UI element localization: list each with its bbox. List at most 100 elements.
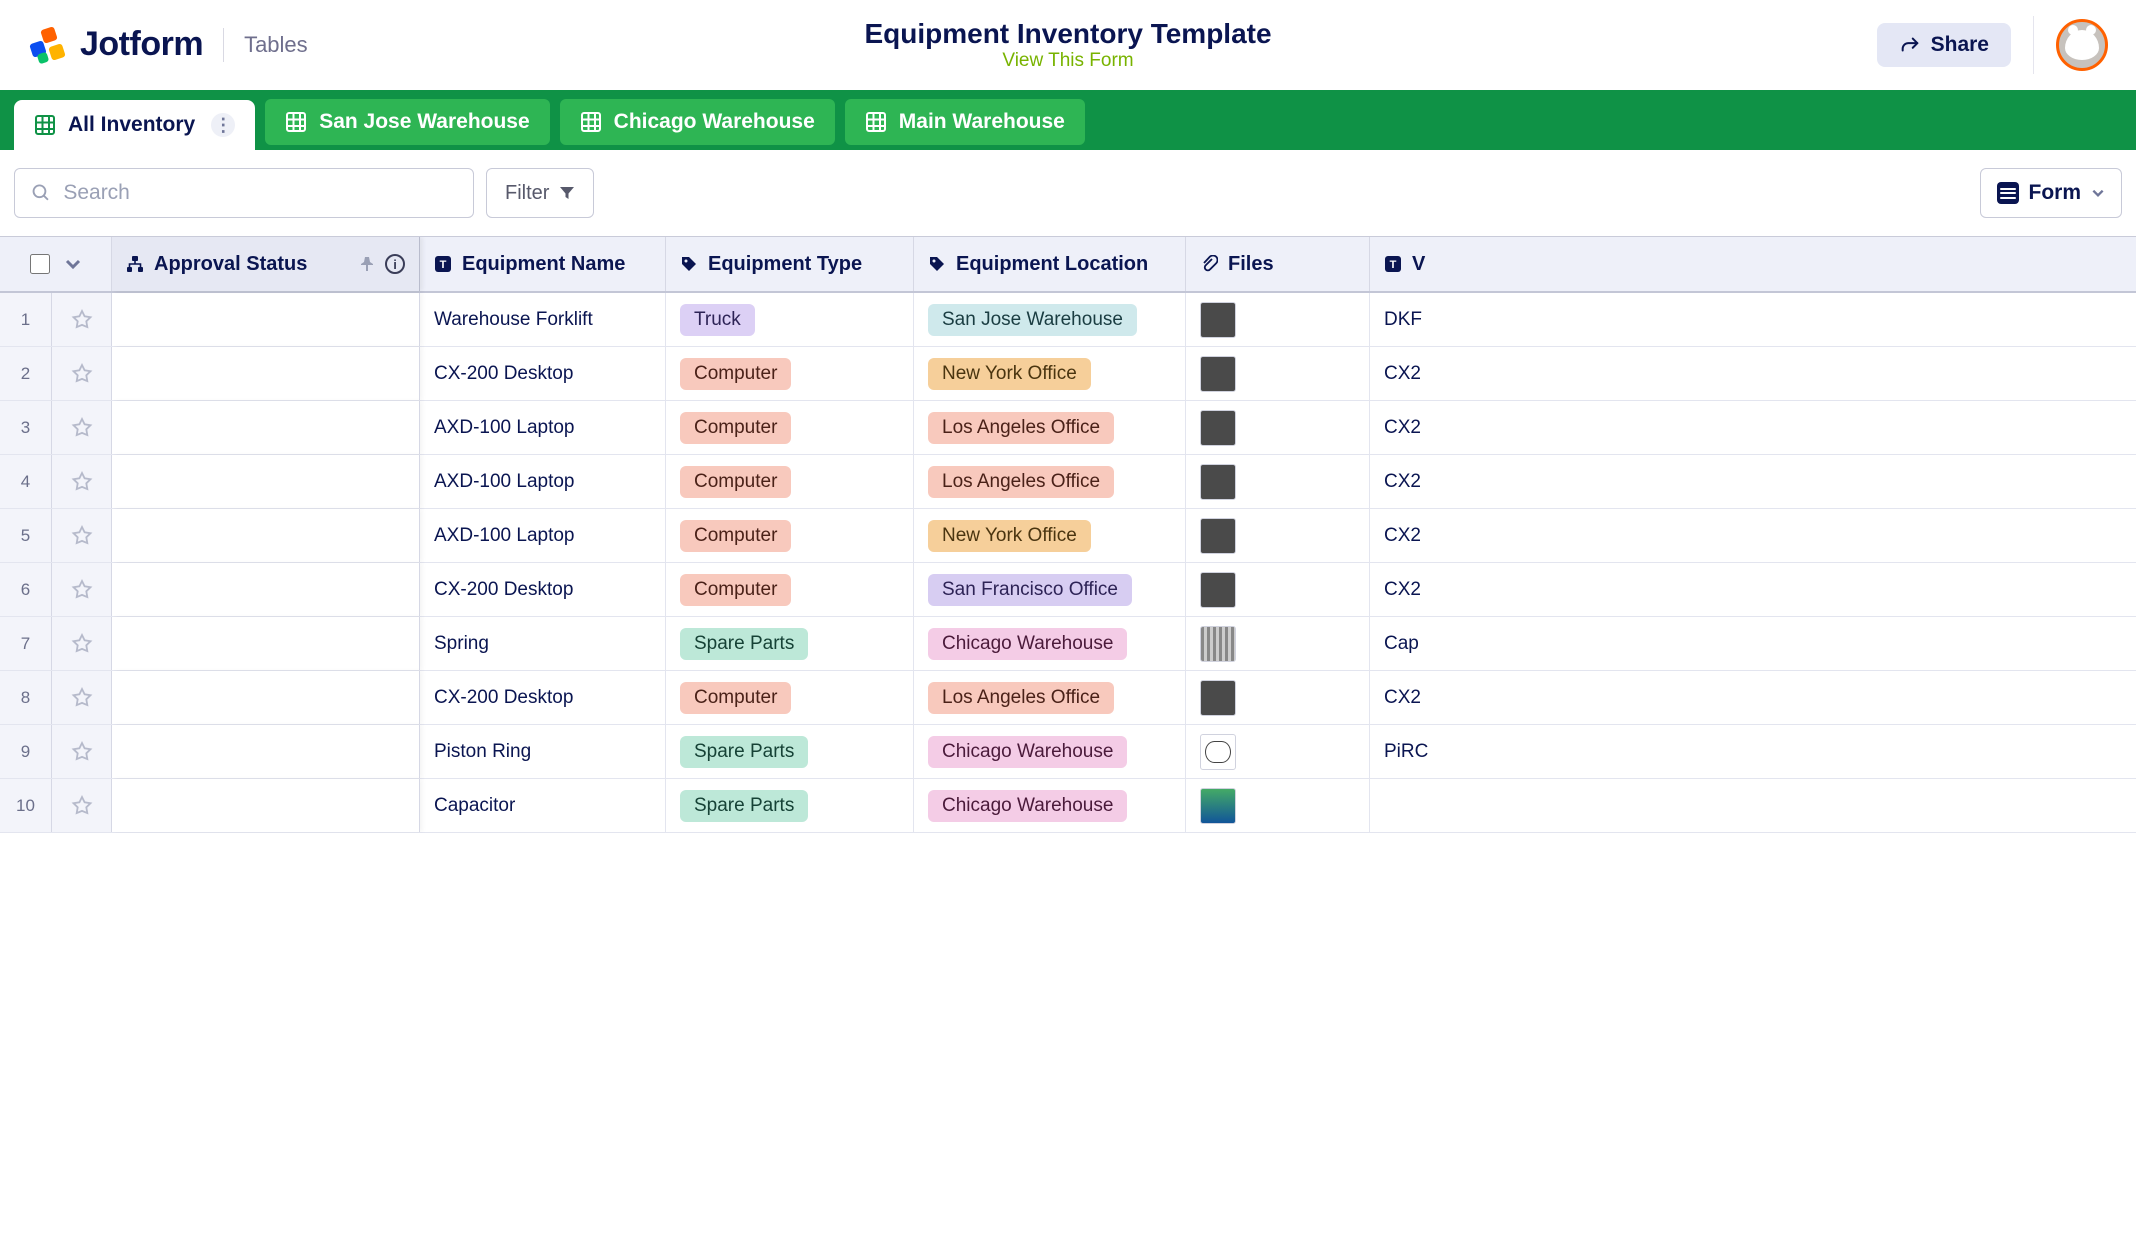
cell-location[interactable]: Chicago Warehouse bbox=[914, 725, 1186, 778]
cell-location[interactable]: Los Angeles Office bbox=[914, 455, 1186, 508]
select-all-checkbox[interactable] bbox=[30, 254, 50, 274]
table-row[interactable]: 5AXD-100 LaptopComputerNew York OfficeCX… bbox=[0, 509, 2136, 563]
cell-type[interactable]: Computer bbox=[666, 509, 914, 562]
search-input[interactable] bbox=[63, 181, 457, 205]
cell-approval[interactable] bbox=[112, 509, 420, 562]
cell-approval[interactable] bbox=[112, 671, 420, 724]
cell-location[interactable]: Chicago Warehouse bbox=[914, 617, 1186, 670]
col-type[interactable]: Equipment Type bbox=[666, 237, 914, 291]
cell-name[interactable]: Capacitor bbox=[420, 779, 666, 832]
tab-all-inventory[interactable]: All Inventory⋮ bbox=[14, 100, 255, 150]
share-button[interactable]: Share bbox=[1877, 23, 2011, 67]
tab-main-warehouse[interactable]: Main Warehouse bbox=[845, 99, 1085, 145]
form-view-button[interactable]: Form bbox=[1980, 168, 2123, 218]
cell-vendor[interactable]: CX2 bbox=[1370, 455, 2136, 508]
table-row[interactable]: 8CX-200 DesktopComputerLos Angeles Offic… bbox=[0, 671, 2136, 725]
cell-vendor[interactable]: CX2 bbox=[1370, 563, 2136, 616]
cell-files[interactable] bbox=[1186, 347, 1370, 400]
cell-type[interactable]: Computer bbox=[666, 563, 914, 616]
cell-location[interactable]: Los Angeles Office bbox=[914, 401, 1186, 454]
row-star[interactable] bbox=[52, 401, 112, 454]
cell-vendor[interactable]: Cap bbox=[1370, 617, 2136, 670]
cell-name[interactable]: CX-200 Desktop bbox=[420, 563, 666, 616]
table-row[interactable]: 10CapacitorSpare PartsChicago Warehouse bbox=[0, 779, 2136, 833]
cell-files[interactable] bbox=[1186, 509, 1370, 562]
cell-location[interactable]: New York Office bbox=[914, 347, 1186, 400]
table-row[interactable]: 3AXD-100 LaptopComputerLos Angeles Offic… bbox=[0, 401, 2136, 455]
col-location[interactable]: Equipment Location bbox=[914, 237, 1186, 291]
table-row[interactable]: 2CX-200 DesktopComputerNew York OfficeCX… bbox=[0, 347, 2136, 401]
row-star[interactable] bbox=[52, 617, 112, 670]
cell-approval[interactable] bbox=[112, 725, 420, 778]
cell-approval[interactable] bbox=[112, 563, 420, 616]
cell-location[interactable]: San Francisco Office bbox=[914, 563, 1186, 616]
tab-san-jose-warehouse[interactable]: San Jose Warehouse bbox=[265, 99, 549, 145]
view-form-link[interactable]: View This Form bbox=[864, 50, 1271, 72]
cell-files[interactable] bbox=[1186, 293, 1370, 346]
cell-type[interactable]: Computer bbox=[666, 455, 914, 508]
cell-type[interactable]: Spare Parts bbox=[666, 725, 914, 778]
cell-files[interactable] bbox=[1186, 671, 1370, 724]
cell-approval[interactable] bbox=[112, 455, 420, 508]
row-star[interactable] bbox=[52, 725, 112, 778]
search-input-wrap[interactable] bbox=[14, 168, 474, 218]
cell-files[interactable] bbox=[1186, 455, 1370, 508]
row-star[interactable] bbox=[52, 509, 112, 562]
cell-type[interactable]: Spare Parts bbox=[666, 617, 914, 670]
cell-type[interactable]: Computer bbox=[666, 401, 914, 454]
cell-location[interactable]: Los Angeles Office bbox=[914, 671, 1186, 724]
cell-name[interactable]: AXD-100 Laptop bbox=[420, 509, 666, 562]
cell-name[interactable]: AXD-100 Laptop bbox=[420, 455, 666, 508]
avatar[interactable] bbox=[2056, 19, 2108, 71]
table-row[interactable]: 4AXD-100 LaptopComputerLos Angeles Offic… bbox=[0, 455, 2136, 509]
cell-name[interactable]: CX-200 Desktop bbox=[420, 347, 666, 400]
row-star[interactable] bbox=[52, 455, 112, 508]
cell-vendor[interactable]: CX2 bbox=[1370, 509, 2136, 562]
table-row[interactable]: 9Piston RingSpare PartsChicago Warehouse… bbox=[0, 725, 2136, 779]
filter-button[interactable]: Filter bbox=[486, 168, 594, 218]
section-label[interactable]: Tables bbox=[244, 32, 308, 58]
chevron-down-icon[interactable] bbox=[64, 255, 82, 273]
cell-name[interactable]: CX-200 Desktop bbox=[420, 671, 666, 724]
cell-approval[interactable] bbox=[112, 293, 420, 346]
cell-location[interactable]: Chicago Warehouse bbox=[914, 779, 1186, 832]
pin-icon[interactable] bbox=[359, 256, 375, 272]
col-vendor[interactable]: T V bbox=[1370, 237, 2136, 291]
cell-approval[interactable] bbox=[112, 401, 420, 454]
tab-chicago-warehouse[interactable]: Chicago Warehouse bbox=[560, 99, 835, 145]
cell-approval[interactable] bbox=[112, 779, 420, 832]
row-star[interactable] bbox=[52, 347, 112, 400]
cell-approval[interactable] bbox=[112, 617, 420, 670]
col-name[interactable]: T Equipment Name bbox=[420, 237, 666, 291]
cell-location[interactable]: San Jose Warehouse bbox=[914, 293, 1186, 346]
cell-name[interactable]: Spring bbox=[420, 617, 666, 670]
info-icon[interactable]: i bbox=[385, 254, 405, 274]
cell-type[interactable]: Computer bbox=[666, 347, 914, 400]
cell-approval[interactable] bbox=[112, 347, 420, 400]
cell-files[interactable] bbox=[1186, 779, 1370, 832]
cell-vendor[interactable]: CX2 bbox=[1370, 671, 2136, 724]
col-files[interactable]: Files bbox=[1186, 237, 1370, 291]
table-row[interactable]: 1Warehouse ForkliftTruckSan Jose Warehou… bbox=[0, 293, 2136, 347]
cell-vendor[interactable]: CX2 bbox=[1370, 401, 2136, 454]
cell-files[interactable] bbox=[1186, 401, 1370, 454]
cell-files[interactable] bbox=[1186, 617, 1370, 670]
cell-files[interactable] bbox=[1186, 725, 1370, 778]
cell-type[interactable]: Spare Parts bbox=[666, 779, 914, 832]
cell-name[interactable]: AXD-100 Laptop bbox=[420, 401, 666, 454]
cell-vendor[interactable]: CX2 bbox=[1370, 347, 2136, 400]
table-row[interactable]: 6CX-200 DesktopComputerSan Francisco Off… bbox=[0, 563, 2136, 617]
row-star[interactable] bbox=[52, 563, 112, 616]
col-approval[interactable]: Approval Status i bbox=[112, 237, 420, 291]
cell-name[interactable]: Piston Ring bbox=[420, 725, 666, 778]
cell-type[interactable]: Truck bbox=[666, 293, 914, 346]
row-star[interactable] bbox=[52, 293, 112, 346]
cell-vendor[interactable]: DKF bbox=[1370, 293, 2136, 346]
logo[interactable]: Jotform bbox=[28, 25, 203, 65]
cell-name[interactable]: Warehouse Forklift bbox=[420, 293, 666, 346]
tab-more-icon[interactable]: ⋮ bbox=[211, 113, 235, 137]
cell-vendor[interactable]: PiRC bbox=[1370, 725, 2136, 778]
row-star[interactable] bbox=[52, 779, 112, 832]
cell-files[interactable] bbox=[1186, 563, 1370, 616]
cell-location[interactable]: New York Office bbox=[914, 509, 1186, 562]
